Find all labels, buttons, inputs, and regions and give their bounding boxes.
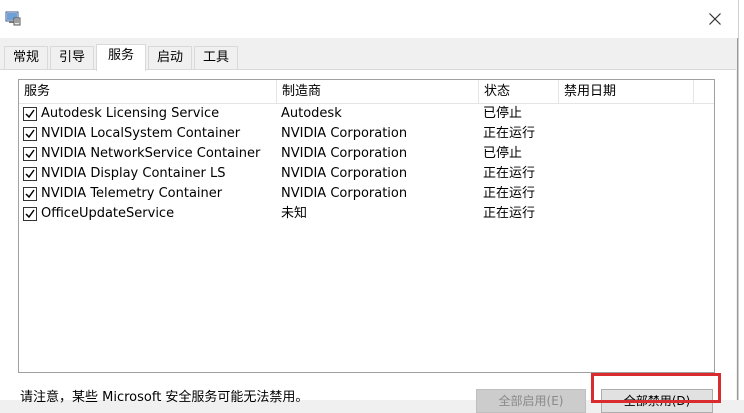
- checkmark-icon: [25, 209, 35, 219]
- checkmark-icon: [25, 169, 35, 179]
- service-manufacturer: 未知: [281, 206, 308, 221]
- service-manufacturer: NVIDIA Corporation: [281, 126, 408, 141]
- services-list[interactable]: 服务 制造商 状态 禁用日期 Autodesk Licensing Servic…: [18, 79, 715, 373]
- service-checkbox[interactable]: [23, 167, 37, 181]
- highlight-box: [591, 373, 721, 403]
- column-header-status[interactable]: 状态: [479, 80, 559, 104]
- table-row[interactable]: NVIDIA NetworkService Container NVIDIA C…: [19, 144, 714, 164]
- service-checkbox[interactable]: [23, 147, 37, 161]
- service-name: NVIDIA LocalSystem Container: [41, 126, 241, 141]
- security-note: 请注意，某些 Microsoft 安全服务可能无法禁用。: [20, 390, 309, 405]
- tab-tools[interactable]: 工具: [194, 46, 238, 70]
- service-name: NVIDIA Telemetry Container: [41, 186, 223, 201]
- tab-services[interactable]: 服务: [96, 44, 146, 71]
- service-status: 已停止: [483, 146, 523, 161]
- tab-strip: 常规 引导 服务 启动 工具: [0, 44, 738, 71]
- table-row[interactable]: NVIDIA Display Container LS NVIDIA Corpo…: [19, 164, 714, 184]
- tab-boot[interactable]: 引导: [50, 46, 94, 70]
- table-row[interactable]: OfficeUpdateService 未知 正在运行: [19, 204, 714, 224]
- column-header-disabled-date[interactable]: 禁用日期: [559, 80, 694, 104]
- service-status: 正在运行: [483, 186, 536, 201]
- service-name: OfficeUpdateService: [41, 206, 175, 221]
- table-row[interactable]: NVIDIA Telemetry Container NVIDIA Corpor…: [19, 184, 714, 204]
- service-checkbox[interactable]: [23, 187, 37, 201]
- service-checkbox[interactable]: [23, 207, 37, 221]
- tab-startup[interactable]: 启动: [148, 46, 192, 70]
- service-name: Autodesk Licensing Service: [41, 106, 220, 121]
- table-row[interactable]: NVIDIA LocalSystem Container NVIDIA Corp…: [19, 124, 714, 144]
- background-window-edge: [738, 0, 744, 400]
- column-header-service[interactable]: 服务: [19, 80, 277, 104]
- close-button[interactable]: [692, 0, 738, 38]
- service-status: 正在运行: [483, 166, 536, 181]
- checkmark-icon: [25, 149, 35, 159]
- tab-general[interactable]: 常规: [4, 46, 48, 70]
- column-header-manufacturer[interactable]: 制造商: [277, 80, 479, 104]
- service-checkbox[interactable]: [23, 127, 37, 141]
- title-bar: [0, 0, 738, 38]
- checkmark-icon: [25, 109, 35, 119]
- service-name: NVIDIA Display Container LS: [41, 166, 226, 181]
- close-icon: [709, 13, 721, 25]
- service-manufacturer: NVIDIA Corporation: [281, 186, 408, 201]
- service-manufacturer: Autodesk: [281, 106, 342, 121]
- service-name: NVIDIA NetworkService Container: [41, 146, 261, 161]
- service-manufacturer: NVIDIA Corporation: [281, 166, 408, 181]
- service-manufacturer: NVIDIA Corporation: [281, 146, 408, 161]
- checkmark-icon: [25, 129, 35, 139]
- service-checkbox[interactable]: [23, 107, 37, 121]
- list-header: 服务 制造商 状态 禁用日期: [19, 80, 714, 104]
- service-status: 已停止: [483, 106, 523, 121]
- table-row[interactable]: Autodesk Licensing Service Autodesk 已停止: [19, 104, 714, 124]
- msconfig-icon: [5, 11, 21, 26]
- checkmark-icon: [25, 189, 35, 199]
- service-status: 正在运行: [483, 126, 536, 141]
- enable-all-button[interactable]: 全部启用(E): [476, 389, 586, 413]
- service-status: 正在运行: [483, 206, 536, 221]
- system-configuration-window: 常规 引导 服务 启动 工具 服务 制造商 状态 禁用日期 Autodesk L…: [0, 0, 738, 413]
